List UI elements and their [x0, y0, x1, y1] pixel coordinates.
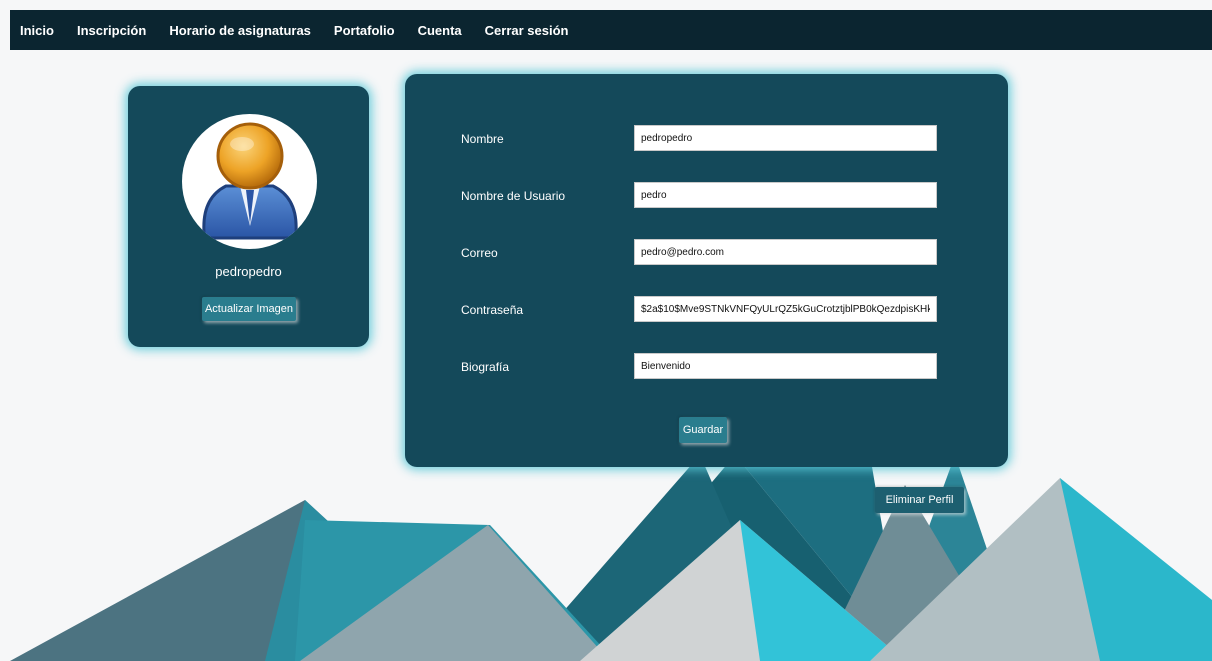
username-label: Nombre de Usuario — [461, 189, 566, 203]
password-label: Contraseña — [461, 303, 524, 317]
account-form-card: Nombre Nombre de Usuario Correo Contrase… — [405, 74, 1008, 467]
top-navbar: Inicio Inscripción Horario de asignatura… — [10, 10, 1212, 50]
nav-item-cerrar-sesion[interactable]: Cerrar sesión — [485, 23, 569, 38]
nav-item-portafolio[interactable]: Portafolio — [334, 23, 395, 38]
nav-item-cuenta[interactable]: Cuenta — [418, 23, 462, 38]
update-image-button[interactable]: Actualizar Imagen — [202, 297, 296, 321]
profile-name: pedropedro — [215, 264, 282, 279]
biography-label: Biografía — [461, 360, 510, 374]
save-button[interactable]: Guardar — [679, 417, 727, 443]
name-input[interactable] — [634, 125, 937, 151]
email-input[interactable] — [634, 239, 937, 265]
biography-input[interactable] — [634, 353, 937, 379]
user-avatar-icon — [202, 122, 298, 240]
email-label: Correo — [461, 246, 498, 260]
profile-card: pedropedro Actualizar Imagen — [128, 86, 369, 347]
username-input[interactable] — [634, 182, 937, 208]
name-label: Nombre — [461, 132, 504, 146]
avatar — [182, 114, 317, 249]
password-input[interactable] — [634, 296, 937, 322]
delete-profile-button[interactable]: Eliminar Perfil — [875, 487, 964, 513]
nav-item-inicio[interactable]: Inicio — [20, 23, 54, 38]
nav-item-inscripcion[interactable]: Inscripción — [77, 23, 146, 38]
nav-item-horario[interactable]: Horario de asignaturas — [169, 23, 311, 38]
